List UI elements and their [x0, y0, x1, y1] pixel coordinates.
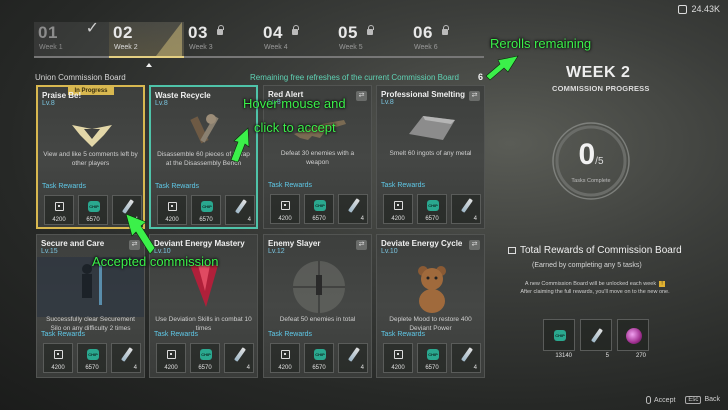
arrow-accepted-icon	[125, 213, 156, 255]
arrow-rerolls-icon	[485, 55, 519, 81]
annotation-arrows	[125, 55, 519, 255]
arrow-hover-icon	[230, 127, 250, 163]
